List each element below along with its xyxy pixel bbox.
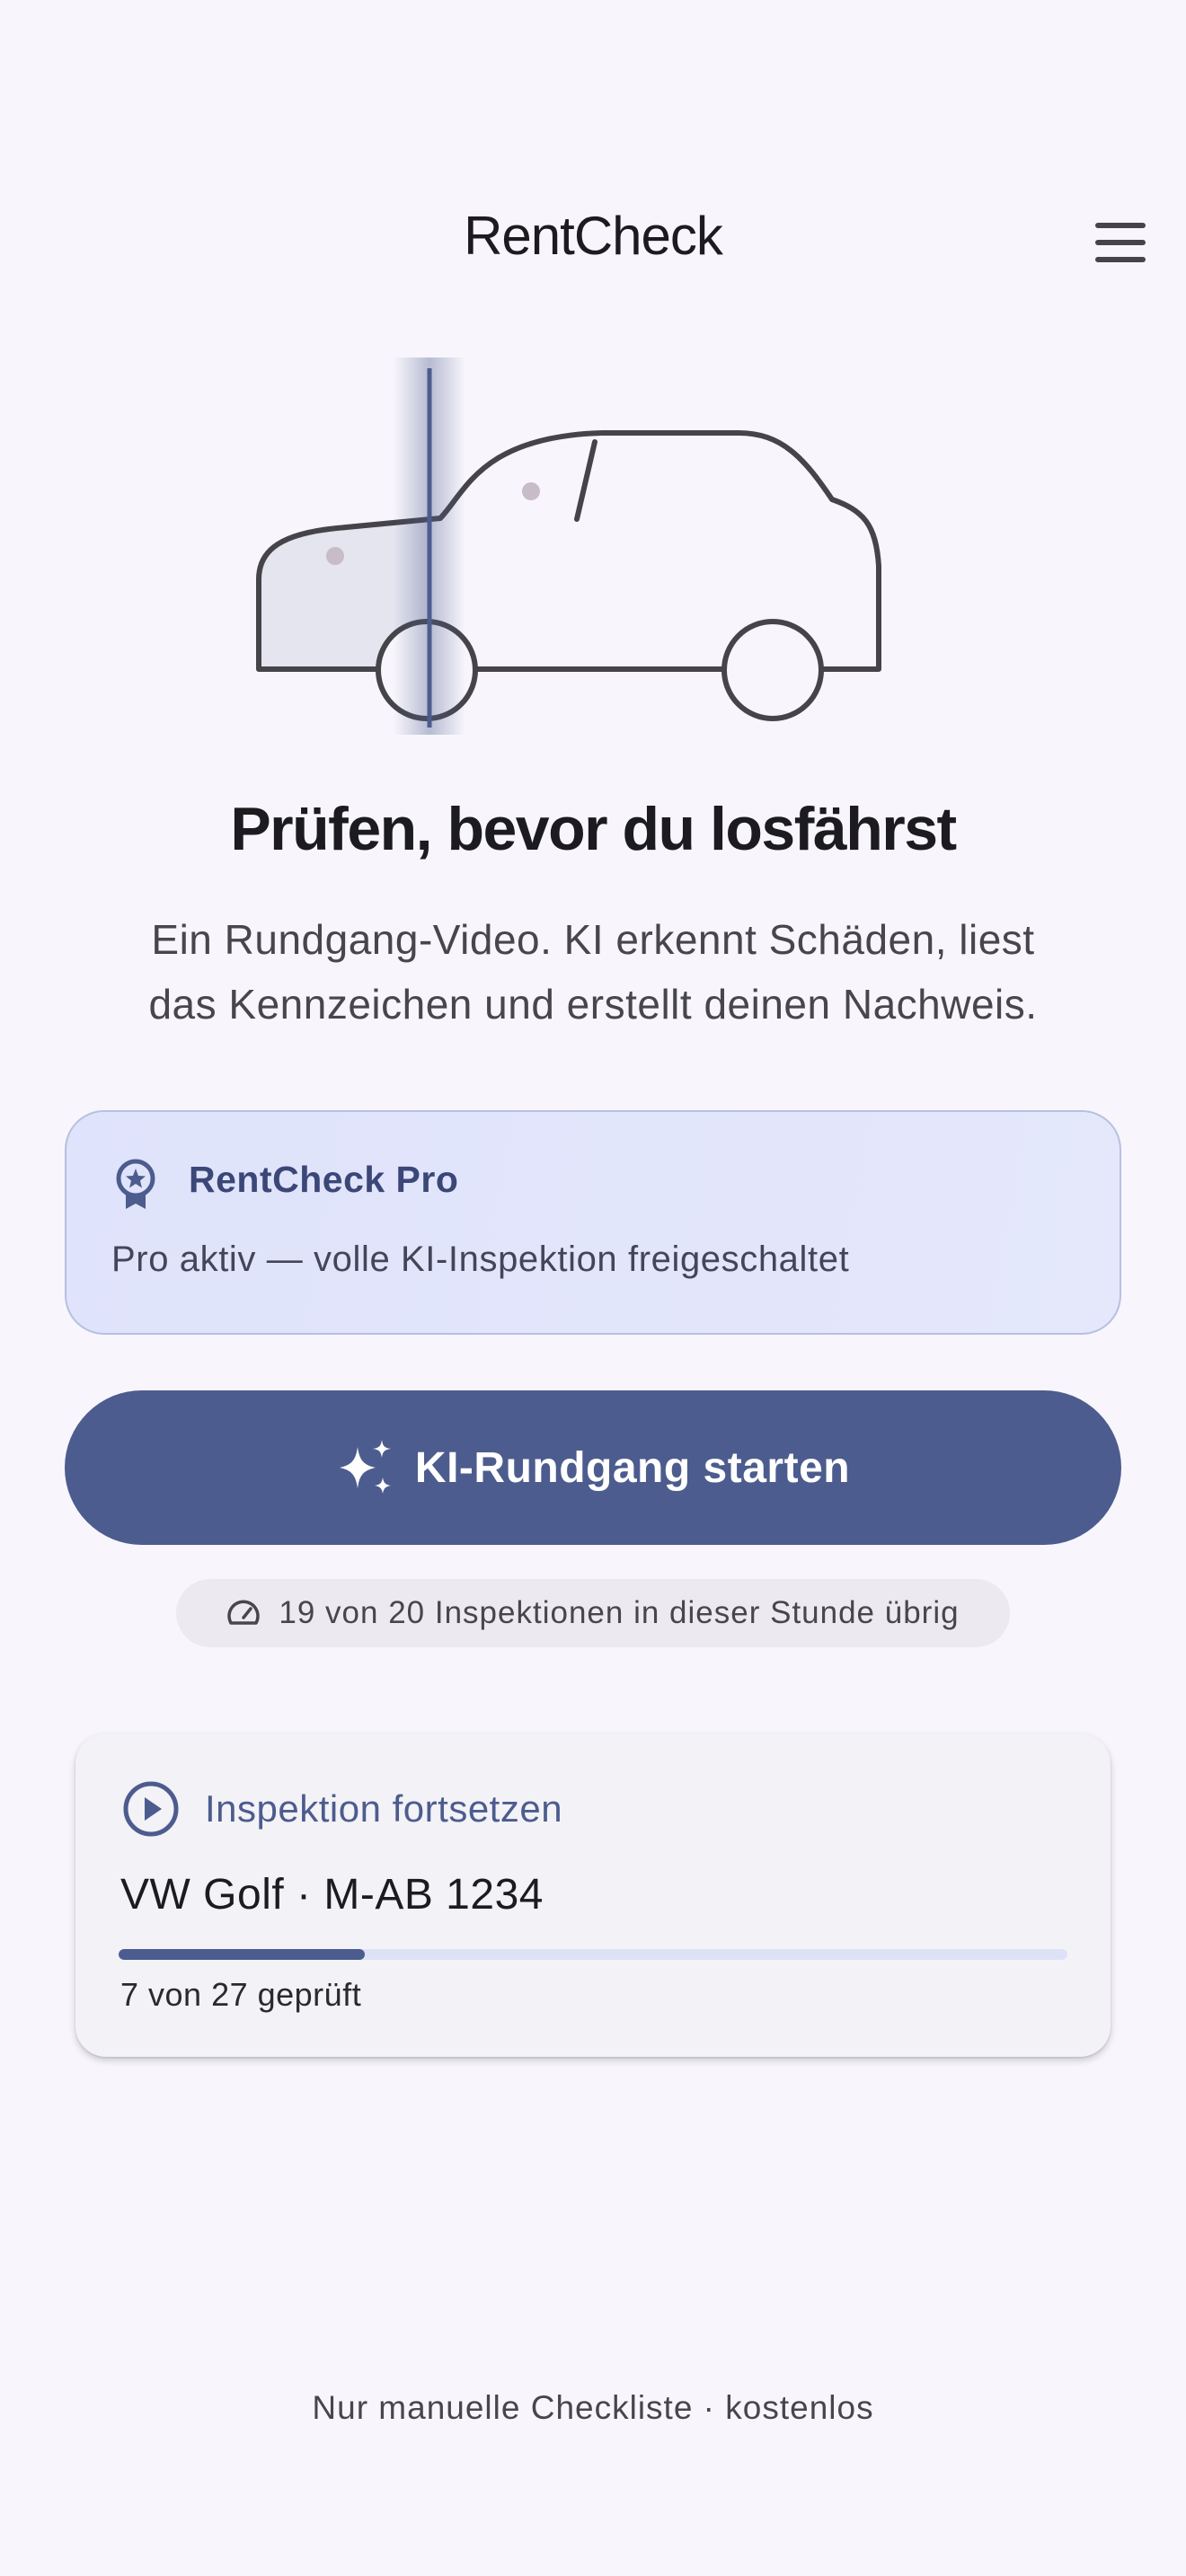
quota-chip: 19 von 20 Inspektionen in dieser Stunde … [176,1579,1010,1647]
resume-inspection-label: Inspektion fortsetzen [205,1787,563,1830]
award-badge-icon [116,1159,155,1209]
pro-card-description: Pro aktiv — volle KI-Inspektion freigesc… [111,1239,850,1279]
vehicle-name: VW Golf · M-AB 1234 [120,1871,544,1919]
hero-subtitle: Ein Rundgang-Video. KI erkennt Schäden, … [54,907,1132,1037]
hamburger-menu-icon[interactable] [1085,216,1155,269]
start-ai-walkaround-button[interactable]: KI-Rundgang starten [65,1390,1121,1545]
progress-fill [119,1949,365,1960]
inspection-progress-bar [119,1949,1067,1960]
quota-text: 19 von 20 Inspektionen in dieser Stunde … [279,1595,960,1630]
pro-status-card: RentCheck Pro Pro aktiv — volle KI-Inspe… [65,1110,1121,1335]
pro-card-title: RentCheck Pro [189,1159,459,1200]
progress-label: 7 von 27 geprüft [120,1976,362,2013]
car-scan-illustration [256,357,881,735]
resume-inspection-card[interactable]: Inspektion fortsetzen VW Golf · M-AB 123… [75,1734,1111,2057]
gauge-icon [227,1600,261,1625]
app-title: RentCheck [464,206,723,266]
hero-headline: Prüfen, bevor du losfährst [230,795,957,863]
hero-subtitle-line-2: das Kennzeichen und erstellt deinen Nach… [148,981,1038,1028]
sparkle-icon [339,1440,391,1494]
manual-checklist-link[interactable]: Nur manuelle Checkliste · kostenlos [0,2389,1186,2427]
play-circle-icon [123,1781,179,1837]
start-button-label: KI-Rundgang starten [414,1443,851,1492]
hero-subtitle-line-1: Ein Rundgang-Video. KI erkennt Schäden, … [151,916,1035,963]
